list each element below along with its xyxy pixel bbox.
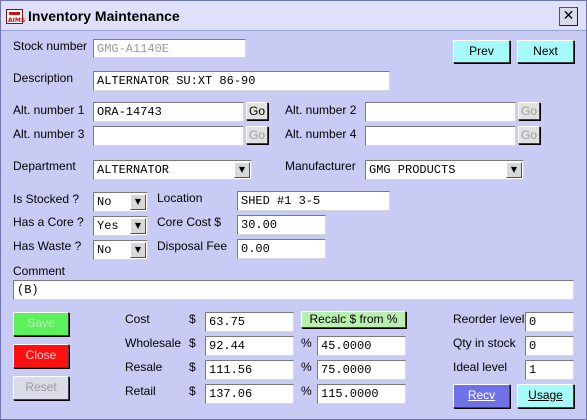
is-stocked-select[interactable]: No ▼ bbox=[93, 192, 148, 212]
reorder-level-label: Reorder level bbox=[453, 312, 525, 326]
is-stocked-value: No bbox=[97, 195, 112, 209]
retail-percent-field[interactable]: 115.0000 bbox=[317, 384, 406, 404]
resale-dollar-label: $ bbox=[189, 360, 196, 374]
chevron-down-icon[interactable]: ▼ bbox=[130, 218, 146, 234]
has-waste-select[interactable]: No ▼ bbox=[93, 240, 148, 260]
alt-number-3-go-button[interactable]: Go bbox=[246, 126, 268, 144]
resale-percent-label: % bbox=[301, 360, 312, 374]
alt-number-2-label: Alt. number 2 bbox=[285, 103, 357, 117]
ideal-level-label: Ideal level bbox=[453, 360, 508, 374]
prev-button[interactable]: Prev bbox=[453, 40, 510, 63]
recv-button[interactable]: Recv bbox=[453, 384, 510, 408]
alt-number-1-label: Alt. number 1 bbox=[13, 103, 85, 117]
alt-number-4-go-button[interactable]: Go bbox=[518, 126, 540, 144]
has-core-label: Has a Core ? bbox=[13, 215, 84, 229]
retail-dollar-label: $ bbox=[189, 384, 196, 398]
has-waste-value: No bbox=[97, 243, 112, 257]
disposal-fee-field[interactable]: 0.00 bbox=[237, 239, 326, 259]
app-logo-icon: AIMS bbox=[6, 9, 25, 24]
wholesale-field[interactable]: 92.44 bbox=[205, 336, 294, 356]
cost-label: Cost bbox=[125, 312, 150, 326]
chevron-down-icon[interactable]: ▼ bbox=[130, 242, 146, 258]
ideal-level-field[interactable]: 1 bbox=[525, 360, 574, 380]
wholesale-dollar-label: $ bbox=[189, 336, 196, 350]
retail-field[interactable]: 137.06 bbox=[205, 384, 294, 404]
qty-in-stock-label: Qty in stock bbox=[453, 336, 516, 350]
title-bar: AIMS Inventory Maintenance ✕ bbox=[1, 1, 586, 31]
disposal-fee-label: Disposal Fee bbox=[157, 239, 228, 253]
comment-field[interactable]: (B) bbox=[13, 280, 574, 300]
wholesale-label: Wholesale bbox=[125, 336, 182, 350]
resale-label: Resale bbox=[125, 360, 163, 374]
reset-button[interactable]: Reset bbox=[13, 376, 69, 400]
resale-field[interactable]: 111.56 bbox=[205, 360, 294, 380]
stock-number-label: Stock number bbox=[13, 39, 88, 53]
inventory-window: AIMS Inventory Maintenance ✕ Stock numbe… bbox=[0, 0, 587, 420]
core-cost-label: Core Cost $ bbox=[157, 215, 222, 229]
usage-button-label: Usage bbox=[528, 388, 563, 402]
alt-number-4-field[interactable] bbox=[365, 126, 516, 146]
alt-number-2-go-button[interactable]: Go bbox=[518, 102, 540, 120]
recv-button-label: Recv bbox=[467, 388, 496, 402]
description-label: Description bbox=[13, 71, 74, 85]
department-label: Department bbox=[13, 159, 76, 173]
has-core-select[interactable]: Yes ▼ bbox=[93, 216, 148, 236]
comment-label: Comment bbox=[13, 264, 66, 278]
core-cost-field[interactable]: 30.00 bbox=[237, 215, 326, 235]
close-button[interactable]: Close bbox=[13, 344, 69, 368]
wholesale-percent-field[interactable]: 45.0000 bbox=[317, 336, 406, 356]
is-stocked-label: Is Stocked ? bbox=[13, 192, 80, 206]
has-core-value: Yes bbox=[97, 219, 119, 233]
usage-button[interactable]: Usage bbox=[517, 384, 574, 408]
manufacturer-value: GMG PRODUCTS bbox=[369, 163, 456, 177]
alt-number-3-field[interactable] bbox=[93, 126, 244, 146]
wholesale-percent-label: % bbox=[301, 336, 312, 350]
department-value: ALTERNATOR bbox=[97, 163, 170, 177]
close-window-icon[interactable]: ✕ bbox=[559, 7, 578, 26]
alt-number-4-label: Alt. number 4 bbox=[285, 127, 357, 141]
alt-number-2-field[interactable] bbox=[365, 102, 516, 122]
qty-in-stock-field[interactable]: 0 bbox=[525, 336, 574, 356]
department-select[interactable]: ALTERNATOR ▼ bbox=[93, 160, 252, 180]
next-button[interactable]: Next bbox=[517, 40, 574, 63]
chevron-down-icon[interactable]: ▼ bbox=[234, 162, 250, 178]
chevron-down-icon[interactable]: ▼ bbox=[506, 162, 522, 178]
has-waste-label: Has Waste ? bbox=[13, 239, 82, 253]
alt-number-1-field[interactable]: ORA-14743 bbox=[93, 102, 244, 122]
window-title: Inventory Maintenance bbox=[28, 8, 180, 24]
save-button[interactable]: Save bbox=[13, 312, 69, 336]
resale-percent-field[interactable]: 75.0000 bbox=[317, 360, 406, 380]
stock-number-field[interactable]: GMG-A1140E bbox=[93, 39, 246, 58]
chevron-down-icon[interactable]: ▼ bbox=[130, 194, 146, 210]
manufacturer-select[interactable]: GMG PRODUCTS ▼ bbox=[365, 160, 524, 180]
retail-label: Retail bbox=[125, 384, 156, 398]
cost-field[interactable]: 63.75 bbox=[205, 312, 294, 332]
recalc-button[interactable]: Recalc $ from % bbox=[301, 311, 406, 328]
cost-dollar-label: $ bbox=[189, 312, 196, 326]
location-label: Location bbox=[157, 191, 203, 205]
retail-percent-label: % bbox=[301, 384, 312, 398]
manufacturer-label: Manufacturer bbox=[285, 159, 356, 173]
alt-number-3-label: Alt. number 3 bbox=[13, 127, 85, 141]
description-field[interactable]: ALTERNATOR SU:XT 86-90 bbox=[93, 71, 390, 91]
location-field[interactable]: SHED #1 3-5 bbox=[237, 191, 390, 211]
alt-number-1-go-button[interactable]: Go bbox=[246, 102, 268, 120]
reorder-level-field[interactable]: 0 bbox=[525, 312, 574, 332]
